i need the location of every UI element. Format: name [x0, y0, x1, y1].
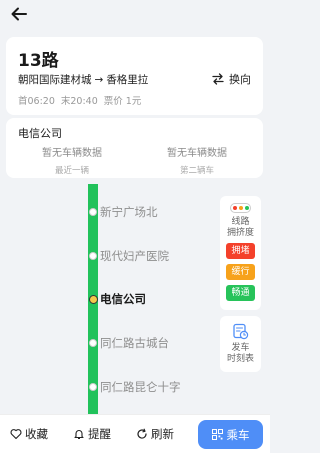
- stop-dot: [89, 208, 97, 216]
- refresh-button[interactable]: 刷新: [136, 426, 174, 442]
- route-name: 13路: [18, 51, 59, 71]
- congestion-badge-heavy: 拥堵: [226, 243, 255, 259]
- nearest-bus-info: 暂无车辆数据 最近一辆: [12, 144, 132, 176]
- station-name: 电信公司: [18, 127, 62, 140]
- timetable-button[interactable]: 发车 时刻表: [220, 316, 261, 372]
- route-schedule: 首06:20 末20:40 票价 1元: [18, 93, 147, 107]
- ride-label: 乘车: [226, 427, 250, 442]
- swap-icon: [212, 73, 224, 85]
- congestion-badge-slow: 缓行: [226, 264, 255, 280]
- favorite-label: 收藏: [25, 427, 48, 441]
- bell-icon: [74, 430, 84, 440]
- route-origin: 朝阳国际建材城: [18, 74, 92, 86]
- remind-button[interactable]: 提醒: [73, 426, 111, 442]
- timetable-label: 发车 时刻表: [226, 343, 254, 364]
- route-direction: 朝阳国际建材城 → 香格里拉: [18, 72, 148, 87]
- favorite-button[interactable]: 收藏: [10, 426, 48, 442]
- station-card: 电信公司 暂无车辆数据 最近一辆 暂无车辆数据 第二辆车: [6, 118, 263, 178]
- route-card: 13路 朝阳国际建材城 → 香格里拉 首06:20 末20:40 票价 1元 换向: [6, 37, 263, 115]
- refresh-icon: [137, 428, 147, 439]
- fare: 票价 1元: [103, 96, 142, 107]
- current-stop-dot: [88, 295, 98, 304]
- stop-dot: [89, 252, 97, 260]
- remind-label: 提醒: [88, 427, 111, 441]
- congestion-panel[interactable]: 线路 拥挤度 拥堵 缓行 畅通: [220, 196, 261, 310]
- refresh-label: 刷新: [151, 427, 174, 441]
- stop-item[interactable]: 同仁路古城台: [100, 335, 169, 351]
- first-bus-time: 首06:20: [18, 96, 55, 107]
- top-bar: [0, 0, 270, 30]
- back-arrow-icon[interactable]: [9, 4, 29, 24]
- bus-status: 暂无车辆数据: [42, 148, 102, 159]
- stop-item[interactable]: 现代妇产医院: [100, 248, 169, 264]
- stop-item[interactable]: 同仁路昆仑十字: [100, 379, 181, 395]
- congestion-title: 线路 拥挤度: [226, 217, 254, 238]
- ride-button[interactable]: 乘车: [198, 420, 263, 449]
- stop-dot: [89, 383, 97, 391]
- route-destination: 香格里拉: [106, 74, 149, 86]
- last-bus-time: 末20:40: [60, 96, 98, 107]
- stop-item-current[interactable]: 电信公司: [100, 291, 146, 307]
- swap-direction-button[interactable]: 换向: [211, 71, 251, 87]
- direction-arrow: →: [94, 74, 104, 86]
- second-bus-info: 暂无车辆数据 第二辆车: [137, 144, 257, 176]
- bus-label: 最近一辆: [54, 166, 89, 176]
- timetable-icon: [233, 323, 249, 340]
- heart-icon: [10, 429, 22, 440]
- bus-label: 第二辆车: [179, 166, 214, 176]
- swap-label: 换向: [229, 73, 251, 86]
- stop-dot: [89, 339, 97, 347]
- congestion-badge-clear: 畅通: [226, 285, 255, 301]
- traffic-light-icon: [230, 203, 251, 213]
- qr-code-icon: [211, 429, 223, 440]
- bus-status: 暂无车辆数据: [167, 148, 227, 159]
- stop-item[interactable]: 新宁广场北: [100, 204, 158, 220]
- bottom-action-bar: 收藏 提醒 刷新 乘车: [0, 414, 270, 453]
